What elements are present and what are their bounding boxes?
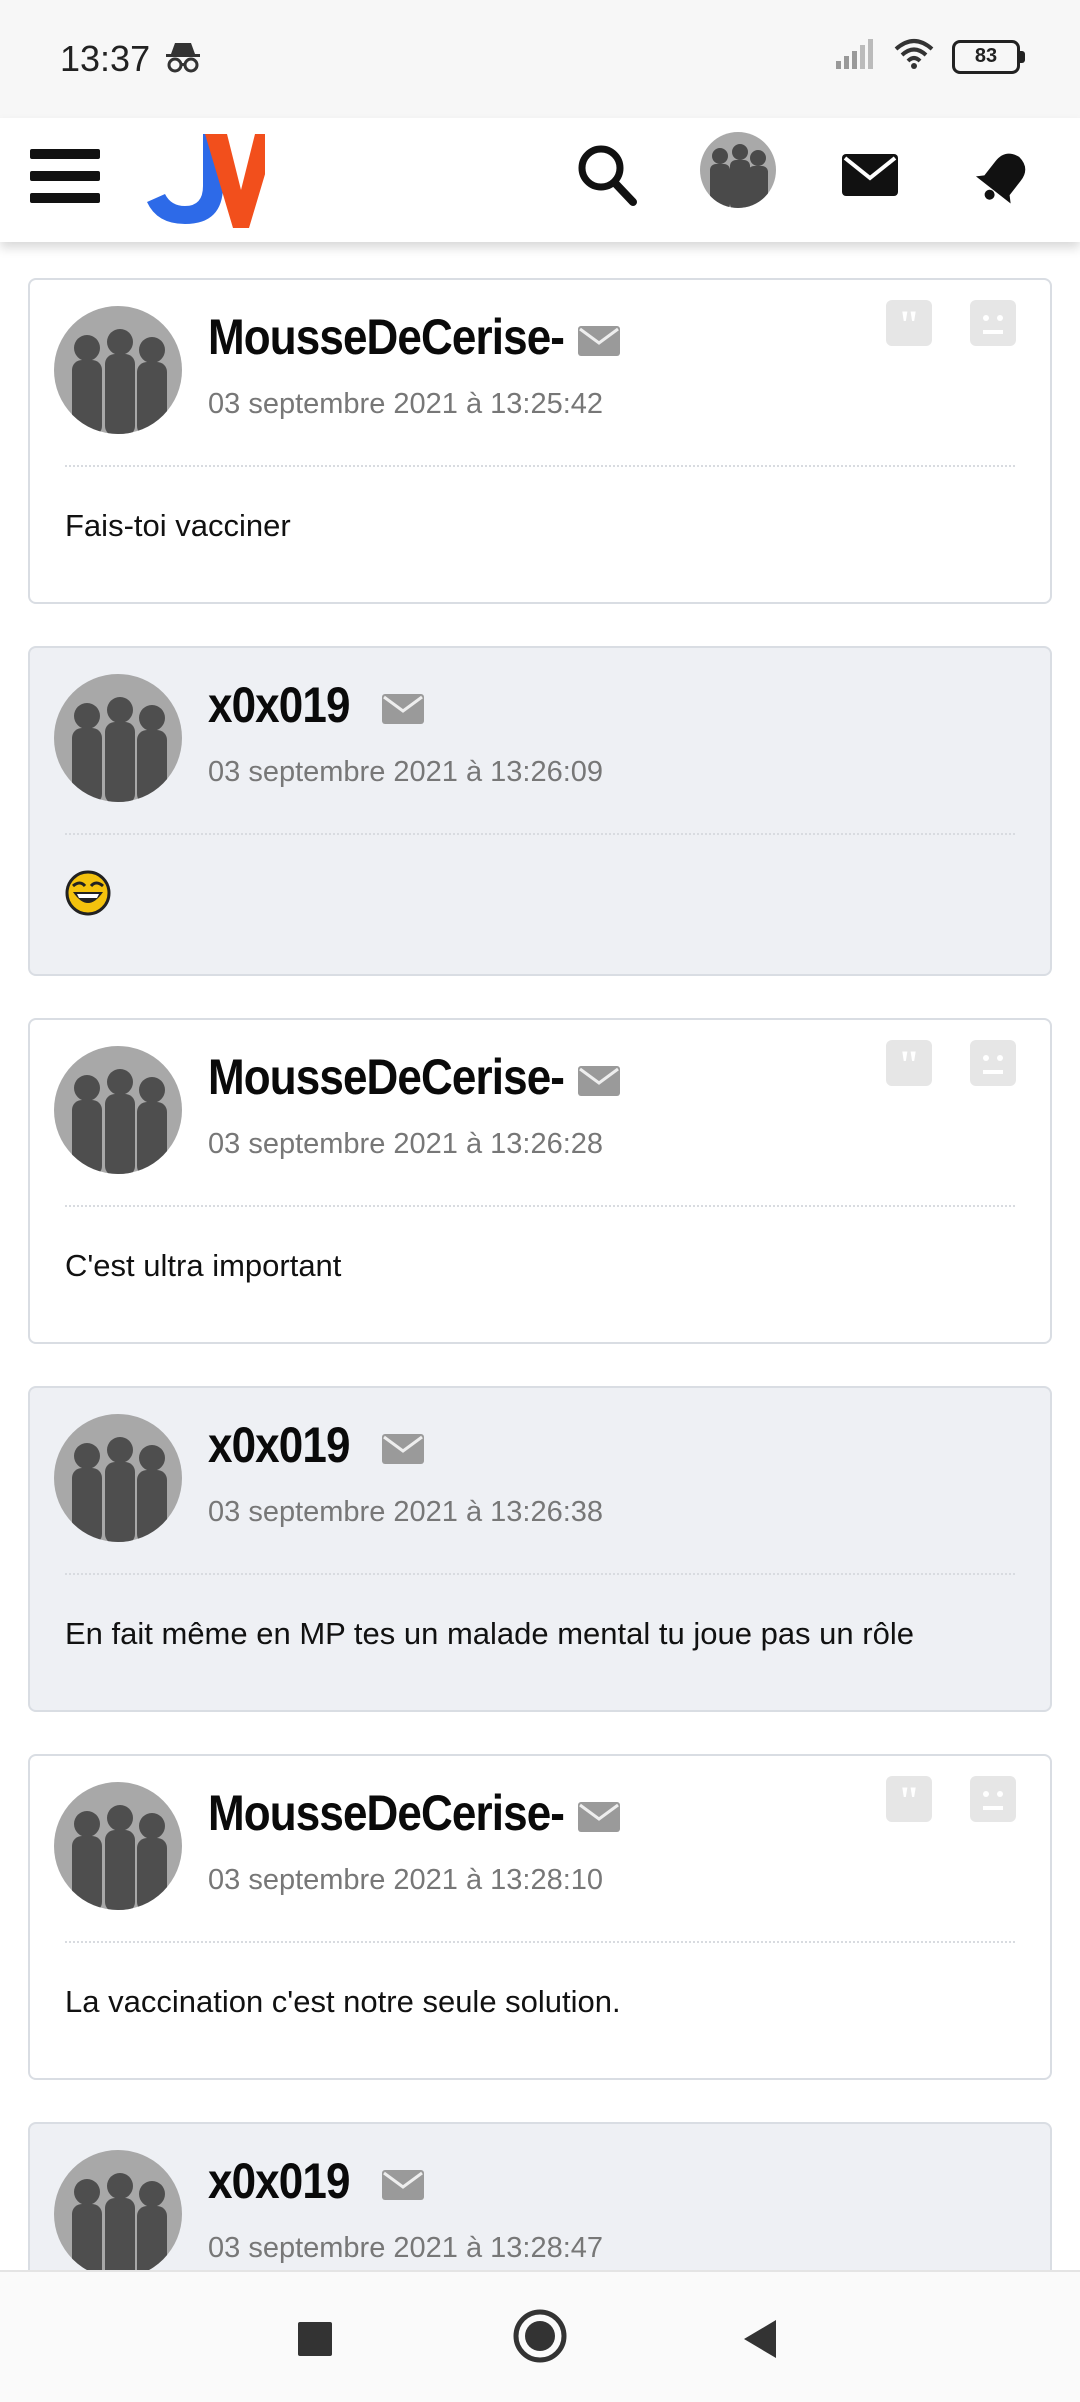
wifi-icon bbox=[894, 38, 934, 75]
divider bbox=[65, 465, 1015, 467]
mail-icon[interactable] bbox=[578, 326, 620, 361]
status-time: 13:37 bbox=[60, 38, 151, 79]
author-avatar[interactable] bbox=[52, 304, 184, 436]
author-avatar[interactable] bbox=[52, 2148, 184, 2270]
author-avatar[interactable] bbox=[52, 1780, 184, 1912]
message-text: Fais-toi vacciner bbox=[65, 508, 291, 543]
message-text: En fait même en MP tes un malade mental … bbox=[65, 1616, 914, 1651]
message-post: x0x019 03 septembre 2021 à 13:28:47 bbox=[28, 2122, 1052, 2270]
quote-icon[interactable]: " bbox=[886, 1040, 932, 1087]
svg-text:": " bbox=[898, 302, 920, 346]
message-post: MousseDeCerise- 03 septembre 2021 à 13:2… bbox=[28, 1018, 1052, 1344]
battery-level: 83 bbox=[974, 45, 998, 67]
author-name[interactable]: x0x019 bbox=[208, 1416, 350, 1474]
report-icon[interactable] bbox=[970, 1776, 1016, 1822]
divider bbox=[65, 1941, 1015, 1943]
topic-messages: MousseDeCerise- 03 septembre 2021 à 13:2… bbox=[0, 242, 1080, 2270]
divider bbox=[65, 1573, 1015, 1575]
divider bbox=[65, 833, 1015, 835]
mail-icon[interactable] bbox=[382, 1434, 424, 1469]
author-name[interactable]: x0x019 bbox=[208, 676, 350, 734]
author-avatar[interactable] bbox=[52, 1412, 184, 1544]
incognito-icon bbox=[165, 40, 201, 79]
message-post: MousseDeCerise- 03 septembre 2021 à 13:2… bbox=[28, 1754, 1052, 2080]
author-name[interactable]: MousseDeCerise- bbox=[208, 308, 565, 366]
recents-button[interactable] bbox=[296, 2320, 336, 2365]
search-icon[interactable] bbox=[575, 140, 639, 215]
system-nav-bar bbox=[0, 2270, 1080, 2402]
post-date[interactable]: 03 septembre 2021 à 13:25:42 bbox=[208, 388, 603, 421]
status-bar: 13:37 83 bbox=[0, 0, 1080, 118]
jv-logo[interactable] bbox=[145, 124, 277, 239]
mail-icon[interactable] bbox=[578, 1066, 620, 1101]
home-button[interactable] bbox=[512, 2308, 568, 2369]
back-button[interactable] bbox=[740, 2318, 780, 2365]
post-date[interactable]: 03 septembre 2021 à 13:26:28 bbox=[208, 1128, 603, 1161]
report-icon[interactable] bbox=[970, 300, 1016, 346]
mail-icon[interactable] bbox=[382, 694, 424, 729]
divider bbox=[65, 1205, 1015, 1207]
signal-icon bbox=[836, 39, 876, 74]
message-post: MousseDeCerise- 03 septembre 2021 à 13:2… bbox=[28, 278, 1052, 604]
top-header bbox=[0, 118, 1080, 242]
message-text: La vaccination c'est notre seule solutio… bbox=[65, 1984, 621, 2019]
message-post: x0x019 03 septembre 2021 à 13:26:38 En f… bbox=[28, 1386, 1052, 1712]
quote-icon[interactable]: " bbox=[886, 300, 932, 347]
author-avatar[interactable] bbox=[52, 672, 184, 804]
author-name[interactable]: MousseDeCerise- bbox=[208, 1048, 565, 1106]
menu-icon[interactable] bbox=[30, 141, 100, 211]
report-icon[interactable] bbox=[970, 1040, 1016, 1086]
post-date[interactable]: 03 septembre 2021 à 13:26:09 bbox=[208, 756, 603, 789]
quote-icon[interactable]: " bbox=[886, 1776, 932, 1823]
laughing-emoji bbox=[65, 870, 111, 924]
author-name[interactable]: MousseDeCerise- bbox=[208, 1784, 565, 1842]
mail-icon[interactable] bbox=[840, 140, 900, 215]
message-post: x0x019 03 septembre 2021 à 13:26:09 bbox=[28, 646, 1052, 976]
author-avatar[interactable] bbox=[52, 1044, 184, 1176]
mail-icon[interactable] bbox=[382, 2170, 424, 2205]
battery-icon: 83 bbox=[952, 39, 1025, 74]
post-date[interactable]: 03 septembre 2021 à 13:26:38 bbox=[208, 1496, 603, 1529]
message-text: C'est ultra important bbox=[65, 1248, 342, 1283]
post-date[interactable]: 03 septembre 2021 à 13:28:47 bbox=[208, 2232, 603, 2265]
avatar[interactable] bbox=[698, 130, 778, 215]
svg-text:": " bbox=[898, 1042, 920, 1086]
mail-icon[interactable] bbox=[578, 1802, 620, 1837]
author-name[interactable]: x0x019 bbox=[208, 2152, 350, 2210]
post-date[interactable]: 03 septembre 2021 à 13:28:10 bbox=[208, 1864, 603, 1897]
bell-icon[interactable] bbox=[975, 140, 1035, 215]
svg-text:": " bbox=[898, 1778, 920, 1822]
